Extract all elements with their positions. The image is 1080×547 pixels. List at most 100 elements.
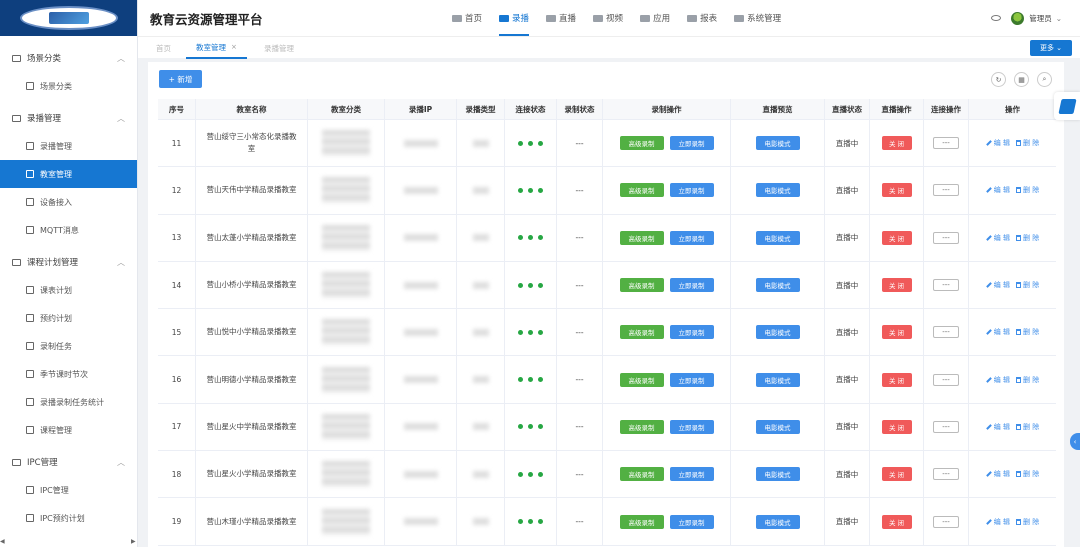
- delete-link[interactable]: 删 除: [1016, 375, 1039, 385]
- connect-button[interactable]: ---: [933, 326, 959, 339]
- delete-link[interactable]: 删 除: [1016, 517, 1039, 527]
- edit-link[interactable]: 编 辑: [985, 138, 1010, 148]
- nav-home[interactable]: 首页: [452, 0, 482, 36]
- close-live-button[interactable]: 关 闭: [881, 183, 912, 198]
- sidebar-item-record-task[interactable]: 录制任务: [0, 332, 137, 360]
- sidebar-item-scene-category[interactable]: 场景分类: [0, 72, 137, 100]
- instant-record-button[interactable]: 立即录制: [669, 230, 714, 245]
- delete-link[interactable]: 删 除: [1016, 138, 1039, 148]
- edit-link[interactable]: 编 辑: [985, 375, 1010, 385]
- advanced-record-button[interactable]: 高级录制: [619, 419, 664, 434]
- tab-classroom-manage[interactable]: 教室管理 ×: [186, 37, 247, 59]
- avatar[interactable]: [1011, 11, 1025, 25]
- instant-record-button[interactable]: 立即录制: [669, 372, 714, 387]
- user-area[interactable]: 管理员 ⌄: [991, 0, 1062, 36]
- edit-link[interactable]: 编 辑: [985, 517, 1010, 527]
- close-live-button[interactable]: 关 闭: [881, 514, 912, 529]
- connect-button[interactable]: ---: [933, 231, 959, 244]
- refresh-icon[interactable]: ↻: [991, 72, 1006, 87]
- connect-button[interactable]: ---: [933, 468, 959, 481]
- edit-link[interactable]: 编 辑: [985, 185, 1010, 195]
- advanced-record-button[interactable]: 高级录制: [619, 514, 664, 529]
- sidebar-group-ipc[interactable]: IPC管理 ︿: [0, 448, 137, 476]
- sidebar-item-course-manage[interactable]: 课程管理: [0, 416, 137, 444]
- sidebar-item-ipc-booking[interactable]: IPC预约计划: [0, 504, 137, 532]
- sidebar-group-course-plan[interactable]: 课程计划管理 ︿: [0, 248, 137, 276]
- user-name[interactable]: 管理员: [1029, 13, 1052, 24]
- edit-link[interactable]: 编 辑: [985, 327, 1010, 337]
- add-button[interactable]: + 新增: [159, 70, 202, 88]
- sidebar-item-recording-manage[interactable]: 录播管理: [0, 132, 137, 160]
- connect-button[interactable]: ---: [933, 373, 959, 386]
- close-live-button[interactable]: 关 闭: [881, 419, 912, 434]
- grid-icon[interactable]: ▦: [1014, 72, 1029, 87]
- close-live-button[interactable]: 关 闭: [881, 467, 912, 482]
- scroll-right-icon[interactable]: ▶: [131, 538, 136, 545]
- delete-link[interactable]: 删 除: [1016, 185, 1039, 195]
- edit-link[interactable]: 编 辑: [985, 280, 1010, 290]
- delete-link[interactable]: 删 除: [1016, 422, 1039, 432]
- nav-live[interactable]: 直播: [546, 0, 576, 36]
- search-icon[interactable]: ⌕: [1037, 72, 1052, 87]
- nav-recording[interactable]: 录播: [499, 0, 530, 36]
- eye-icon[interactable]: [991, 15, 1002, 21]
- sidebar-item-mqtt[interactable]: MQTT消息: [0, 216, 137, 244]
- delete-link[interactable]: 删 除: [1016, 469, 1039, 479]
- instant-record-button[interactable]: 立即录制: [669, 514, 714, 529]
- sidebar-item-schedule-plan[interactable]: 课表计划: [0, 276, 137, 304]
- connect-button[interactable]: ---: [933, 184, 959, 197]
- sidebar-item-task-stats[interactable]: 录播录制任务统计: [0, 388, 137, 416]
- close-live-button[interactable]: 关 闭: [881, 230, 912, 245]
- instant-record-button[interactable]: 立即录制: [669, 136, 714, 151]
- connect-button[interactable]: ---: [933, 279, 959, 292]
- movie-mode-button[interactable]: 电影模式: [755, 372, 800, 387]
- movie-mode-button[interactable]: 电影模式: [755, 136, 800, 151]
- instant-record-button[interactable]: 立即录制: [669, 183, 714, 198]
- sidebar-item-classroom-manage[interactable]: 教室管理: [0, 160, 137, 188]
- connect-button[interactable]: ---: [933, 515, 959, 528]
- sidebar-item-booking-plan[interactable]: 预约计划: [0, 304, 137, 332]
- instant-record-button[interactable]: 立即录制: [669, 325, 714, 340]
- instant-record-button[interactable]: 立即录制: [669, 467, 714, 482]
- movie-mode-button[interactable]: 电影模式: [755, 230, 800, 245]
- sidebar-group-scene[interactable]: 场景分类 ︿: [0, 44, 137, 72]
- instant-record-button[interactable]: 立即录制: [669, 278, 714, 293]
- delete-link[interactable]: 删 除: [1016, 327, 1039, 337]
- advanced-record-button[interactable]: 高级录制: [619, 467, 664, 482]
- close-live-button[interactable]: 关 闭: [881, 372, 912, 387]
- advanced-record-button[interactable]: 高级录制: [619, 372, 664, 387]
- close-icon[interactable]: ×: [231, 43, 237, 51]
- sidebar-item-season-periods[interactable]: 季节课时节次: [0, 360, 137, 388]
- sidebar-item-device-access[interactable]: 设备接入: [0, 188, 137, 216]
- sidebar-group-recording[interactable]: 录播管理 ︿: [0, 104, 137, 132]
- sidebar-item-ipc-manage[interactable]: IPC管理: [0, 476, 137, 504]
- nav-video[interactable]: 视频: [593, 0, 623, 36]
- more-button[interactable]: 更多 ⌄: [1030, 40, 1072, 56]
- nav-system[interactable]: 系统管理: [734, 0, 781, 36]
- close-live-button[interactable]: 关 闭: [881, 325, 912, 340]
- edit-link[interactable]: 编 辑: [985, 422, 1010, 432]
- instant-record-button[interactable]: 立即录制: [669, 419, 714, 434]
- tab-recording-manage[interactable]: 录播管理: [264, 37, 294, 59]
- movie-mode-button[interactable]: 电影模式: [755, 467, 800, 482]
- edit-link[interactable]: 编 辑: [985, 469, 1010, 479]
- scroll-left-icon[interactable]: ◀: [0, 538, 5, 545]
- movie-mode-button[interactable]: 电影模式: [755, 183, 800, 198]
- edit-link[interactable]: 编 辑: [985, 233, 1010, 243]
- delete-link[interactable]: 删 除: [1016, 280, 1039, 290]
- advanced-record-button[interactable]: 高级录制: [619, 325, 664, 340]
- chevron-down-icon[interactable]: ⌄: [1056, 14, 1062, 23]
- advanced-record-button[interactable]: 高级录制: [619, 183, 664, 198]
- advanced-record-button[interactable]: 高级录制: [619, 136, 664, 151]
- floating-app-icon[interactable]: [1054, 92, 1080, 120]
- advanced-record-button[interactable]: 高级录制: [619, 230, 664, 245]
- connect-button[interactable]: ---: [933, 420, 959, 433]
- movie-mode-button[interactable]: 电影模式: [755, 514, 800, 529]
- connect-button[interactable]: ---: [933, 137, 959, 150]
- nav-report[interactable]: 报表: [687, 0, 717, 36]
- movie-mode-button[interactable]: 电影模式: [755, 419, 800, 434]
- collapse-toggle[interactable]: ‹: [1070, 433, 1080, 450]
- nav-apps[interactable]: 应用: [640, 0, 670, 36]
- advanced-record-button[interactable]: 高级录制: [619, 278, 664, 293]
- delete-link[interactable]: 删 除: [1016, 233, 1039, 243]
